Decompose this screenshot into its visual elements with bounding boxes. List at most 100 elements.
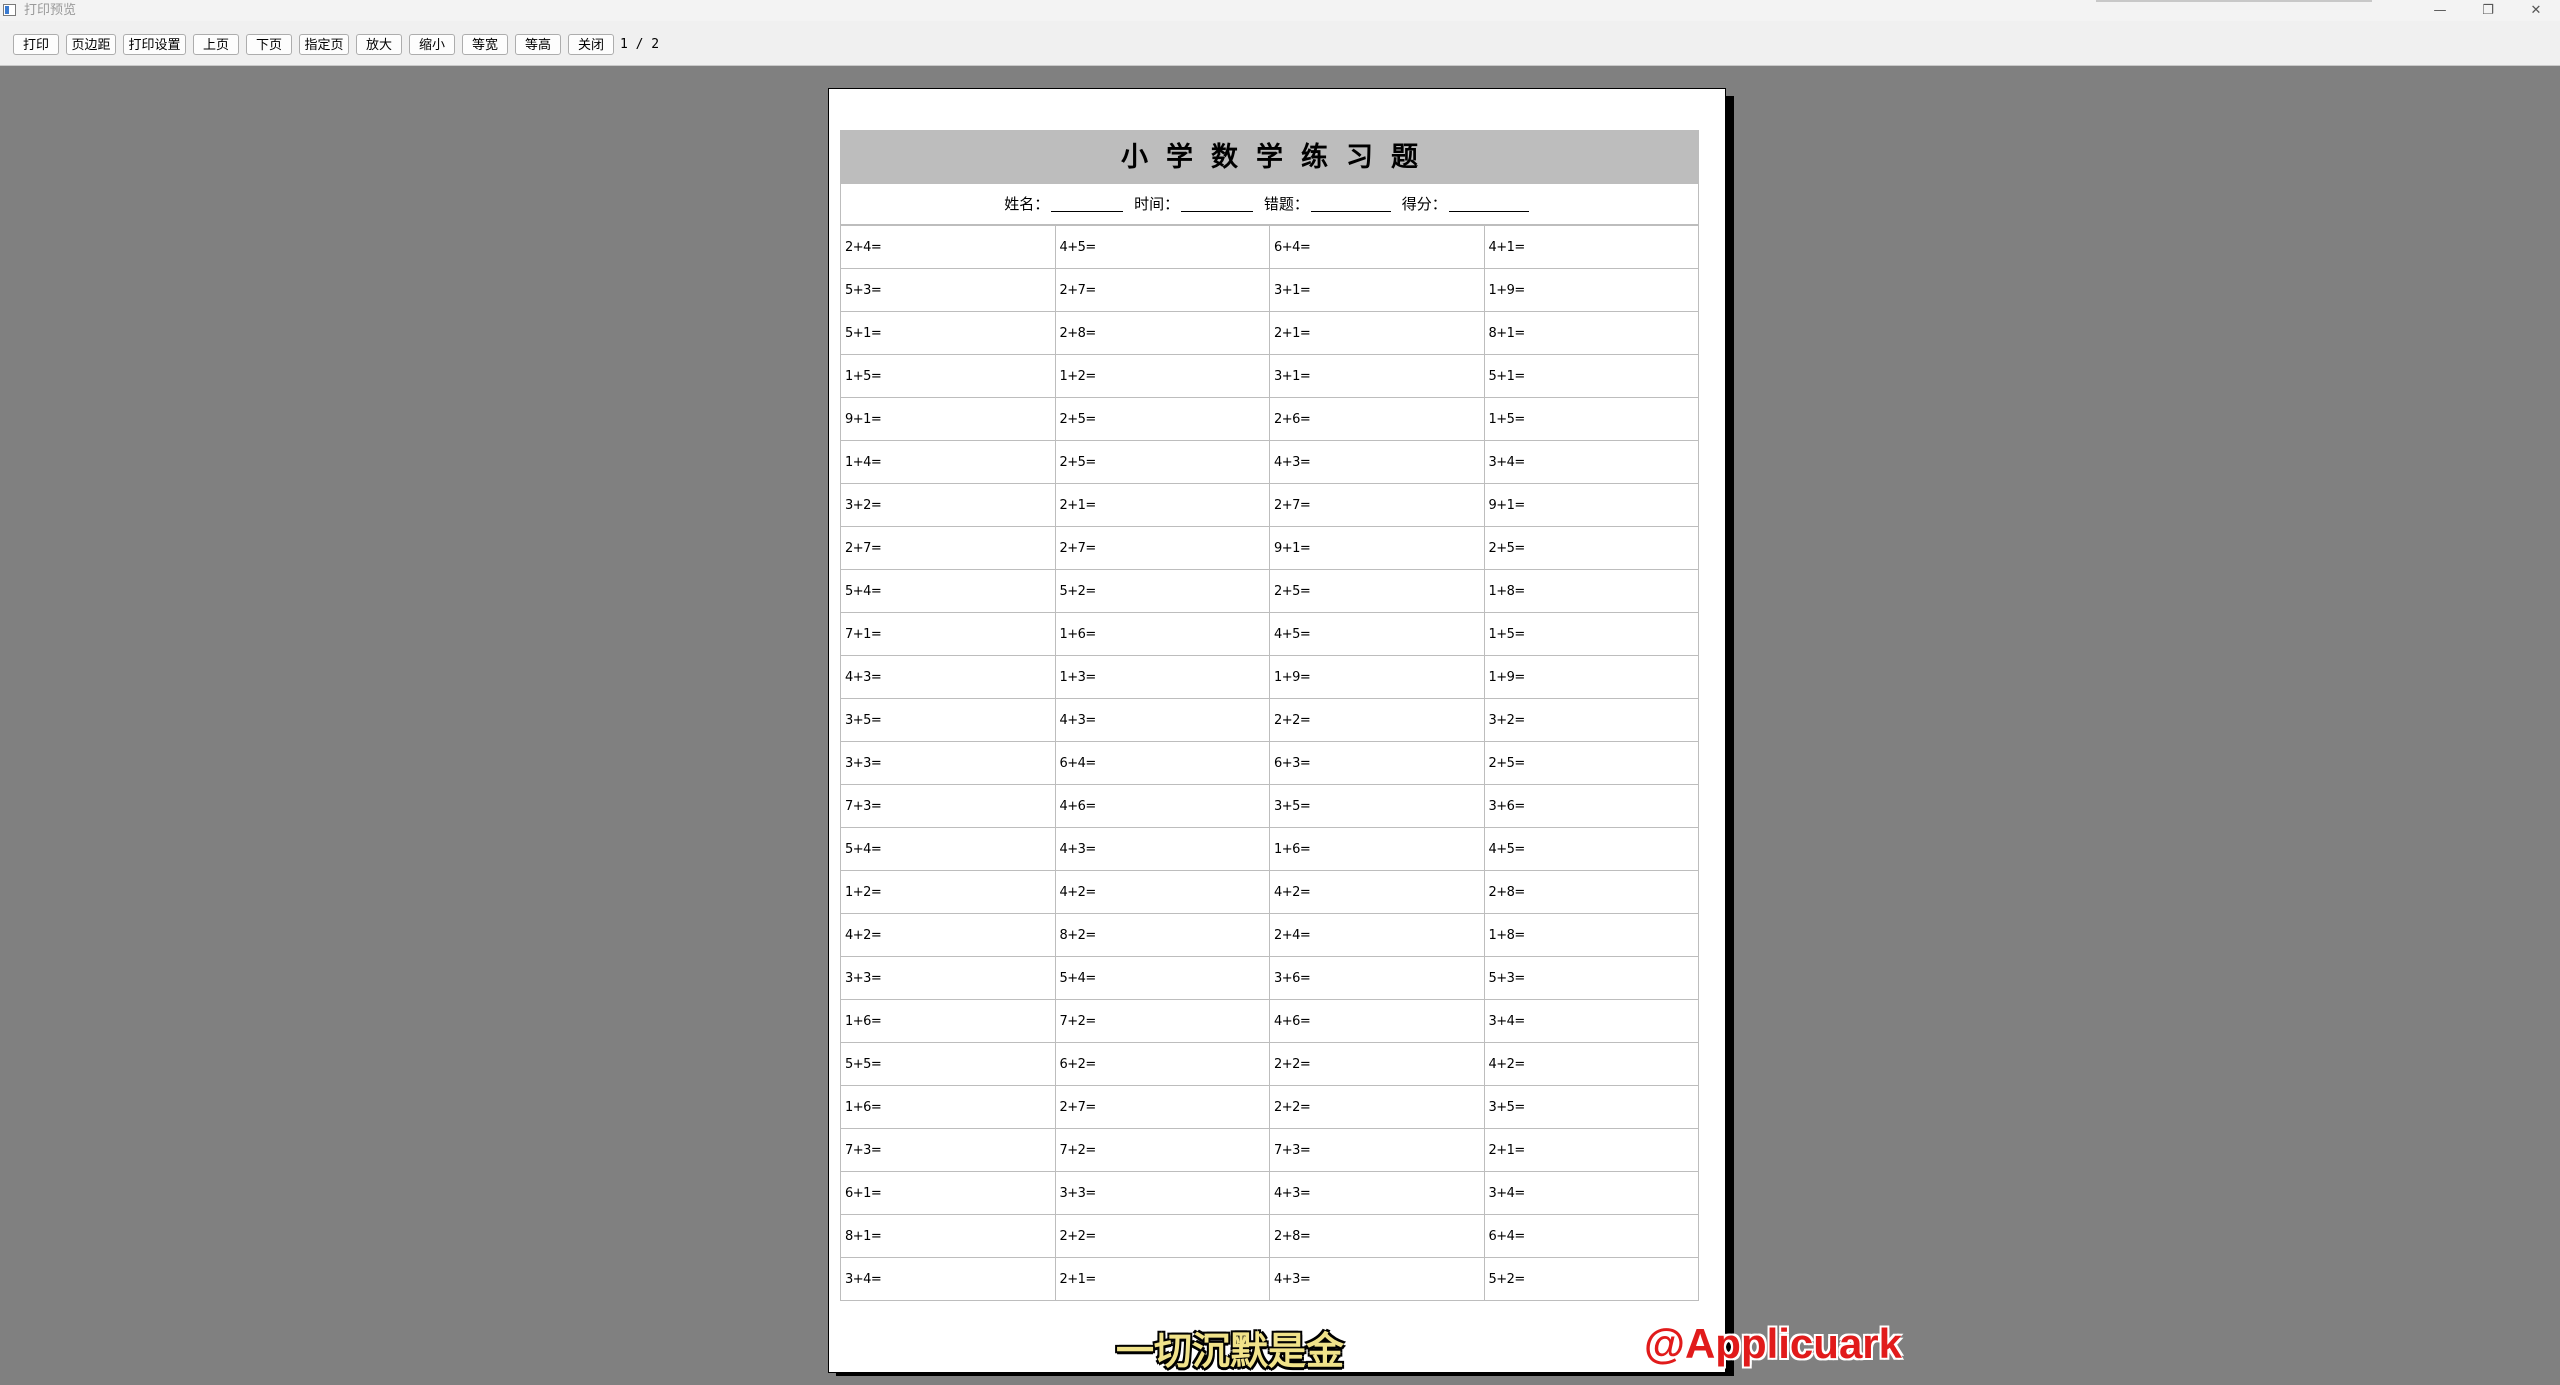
problem-cell: 2+7= bbox=[840, 526, 1056, 570]
wrong-blank bbox=[1310, 196, 1391, 212]
zoom-in-button[interactable]: 放大 bbox=[356, 34, 402, 55]
problem-cell: 6+1= bbox=[840, 1171, 1056, 1215]
problem-cell: 3+1= bbox=[1269, 354, 1485, 398]
problem-grid: 2+4= 4+5= 6+4= 4+1= 5+3= 2+7= 3+1= 1+9= 5+1= 2+8=… bbox=[840, 225, 1699, 1301]
fit-width-button[interactable]: 等宽 bbox=[462, 34, 508, 55]
problem-cell: 4+2= bbox=[1483, 1042, 1699, 1086]
problem-cell: 7+3= bbox=[1269, 1128, 1485, 1172]
fit-height-button[interactable]: 等高 bbox=[515, 34, 561, 55]
problem-cell: 4+5= bbox=[1483, 827, 1699, 871]
problem-cell: 2+2= bbox=[1269, 1042, 1485, 1086]
problem-cell: 4+2= bbox=[840, 913, 1056, 957]
title-accent-line bbox=[2096, 0, 2372, 2]
problem-cell: 1+6= bbox=[1054, 612, 1270, 656]
window-title: 打印预览 bbox=[24, 3, 77, 18]
score-blank bbox=[1448, 196, 1529, 212]
problem-cell: 3+2= bbox=[840, 483, 1056, 527]
restore-icon[interactable]: ❐ bbox=[2466, 0, 2510, 21]
close-button[interactable]: 关闭 bbox=[568, 34, 614, 55]
problem-cell: 5+1= bbox=[1483, 354, 1699, 398]
problem-cell: 4+1= bbox=[1483, 225, 1699, 269]
problem-cell: 2+1= bbox=[1483, 1128, 1699, 1172]
problem-cell: 2+8= bbox=[1269, 1214, 1485, 1258]
name-blank bbox=[1051, 196, 1124, 212]
time-blank bbox=[1181, 196, 1254, 212]
problem-cell: 5+4= bbox=[840, 827, 1056, 871]
problem-cell: 2+7= bbox=[1269, 483, 1485, 527]
time-label: 时间： bbox=[1134, 195, 1180, 213]
table-row: 5+4= 5+2= 2+5= 1+8= bbox=[840, 569, 1699, 613]
minimize-icon[interactable]: — bbox=[2418, 0, 2462, 21]
table-row: 5+3= 2+7= 3+1= 1+9= bbox=[840, 268, 1699, 312]
problem-cell: 2+5= bbox=[1483, 526, 1699, 570]
student-info-row: 姓名： 时间： 错题： 得分： bbox=[840, 184, 1699, 225]
problem-cell: 7+3= bbox=[840, 784, 1056, 828]
problem-cell: 5+4= bbox=[840, 569, 1056, 613]
problem-cell: 1+6= bbox=[1269, 827, 1485, 871]
problem-cell: 3+5= bbox=[840, 698, 1056, 742]
prev-page-button[interactable]: 上页 bbox=[193, 34, 239, 55]
problem-cell: 3+3= bbox=[840, 956, 1056, 1000]
table-row: 4+3= 1+3= 1+9= 1+9= bbox=[840, 655, 1699, 699]
problem-cell: 1+2= bbox=[840, 870, 1056, 914]
table-row: 9+1= 2+5= 2+6= 1+5= bbox=[840, 397, 1699, 441]
problem-cell: 5+4= bbox=[1054, 956, 1270, 1000]
handle-overlay: @Applicuark bbox=[1644, 1320, 1903, 1367]
problem-cell: 3+4= bbox=[1483, 1171, 1699, 1215]
print-settings-button[interactable]: 打印设置 bbox=[123, 34, 186, 55]
problem-cell: 1+9= bbox=[1269, 655, 1485, 699]
problem-cell: 4+5= bbox=[1269, 612, 1485, 656]
problem-cell: 2+6= bbox=[1269, 397, 1485, 441]
problem-cell: 3+3= bbox=[1054, 1171, 1270, 1215]
table-row: 3+3= 6+4= 6+3= 2+5= bbox=[840, 741, 1699, 785]
problem-cell: 1+2= bbox=[1054, 354, 1270, 398]
problem-cell: 1+8= bbox=[1483, 913, 1699, 957]
margins-button[interactable]: 页边距 bbox=[66, 34, 116, 55]
problem-cell: 2+4= bbox=[1269, 913, 1485, 957]
problem-cell: 6+4= bbox=[1054, 741, 1270, 785]
problem-cell: 3+5= bbox=[1269, 784, 1485, 828]
problem-cell: 1+8= bbox=[1483, 569, 1699, 613]
goto-page-button[interactable]: 指定页 bbox=[299, 34, 349, 55]
table-row: 7+1= 1+6= 4+5= 1+5= bbox=[840, 612, 1699, 656]
problem-cell: 2+5= bbox=[1054, 440, 1270, 484]
problem-cell: 2+1= bbox=[1269, 311, 1485, 355]
next-page-button[interactable]: 下页 bbox=[246, 34, 292, 55]
problem-cell: 4+3= bbox=[1269, 440, 1485, 484]
problem-cell: 3+6= bbox=[1483, 784, 1699, 828]
problem-cell: 4+3= bbox=[1269, 1257, 1485, 1301]
problem-cell: 5+2= bbox=[1054, 569, 1270, 613]
problem-cell: 8+1= bbox=[1483, 311, 1699, 355]
problem-cell: 3+4= bbox=[840, 1257, 1056, 1301]
wrong-label: 错题： bbox=[1263, 195, 1309, 213]
problem-cell: 1+9= bbox=[1483, 655, 1699, 699]
problem-cell: 1+5= bbox=[1483, 397, 1699, 441]
problem-cell: 2+2= bbox=[1269, 698, 1485, 742]
print-button[interactable]: 打印 bbox=[13, 34, 59, 55]
problem-cell: 5+5= bbox=[840, 1042, 1056, 1086]
app-icon bbox=[3, 4, 16, 16]
table-row: 3+4= 2+1= 4+3= 5+2= bbox=[840, 1257, 1699, 1301]
table-row: 5+5= 6+2= 2+2= 4+2= bbox=[840, 1042, 1699, 1086]
table-row: 7+3= 7+2= 7+3= 2+1= bbox=[840, 1128, 1699, 1172]
page-indicator: 1 / 2 bbox=[620, 37, 660, 52]
problem-cell: 1+6= bbox=[840, 999, 1056, 1043]
worksheet-title: 小学数学练习题 bbox=[840, 130, 1699, 184]
zoom-out-button[interactable]: 缩小 bbox=[409, 34, 455, 55]
table-row: 2+4= 4+5= 6+4= 4+1= bbox=[840, 225, 1699, 269]
table-row: 3+5= 4+3= 2+2= 3+2= bbox=[840, 698, 1699, 742]
problem-cell: 6+3= bbox=[1269, 741, 1485, 785]
problem-cell: 1+5= bbox=[1483, 612, 1699, 656]
problem-cell: 4+2= bbox=[1054, 870, 1270, 914]
problem-cell: 4+3= bbox=[840, 655, 1056, 699]
caption-overlay: 一切沉默是金 bbox=[1116, 1329, 1345, 1373]
close-icon[interactable]: ✕ bbox=[2514, 0, 2558, 21]
problem-cell: 5+3= bbox=[840, 268, 1056, 312]
problem-cell: 2+5= bbox=[1054, 397, 1270, 441]
problem-cell: 4+5= bbox=[1054, 225, 1270, 269]
problem-cell: 9+1= bbox=[840, 397, 1056, 441]
problem-cell: 9+1= bbox=[1269, 526, 1485, 570]
problem-cell: 5+2= bbox=[1483, 1257, 1699, 1301]
problem-cell: 2+2= bbox=[1269, 1085, 1485, 1129]
problem-cell: 4+6= bbox=[1054, 784, 1270, 828]
